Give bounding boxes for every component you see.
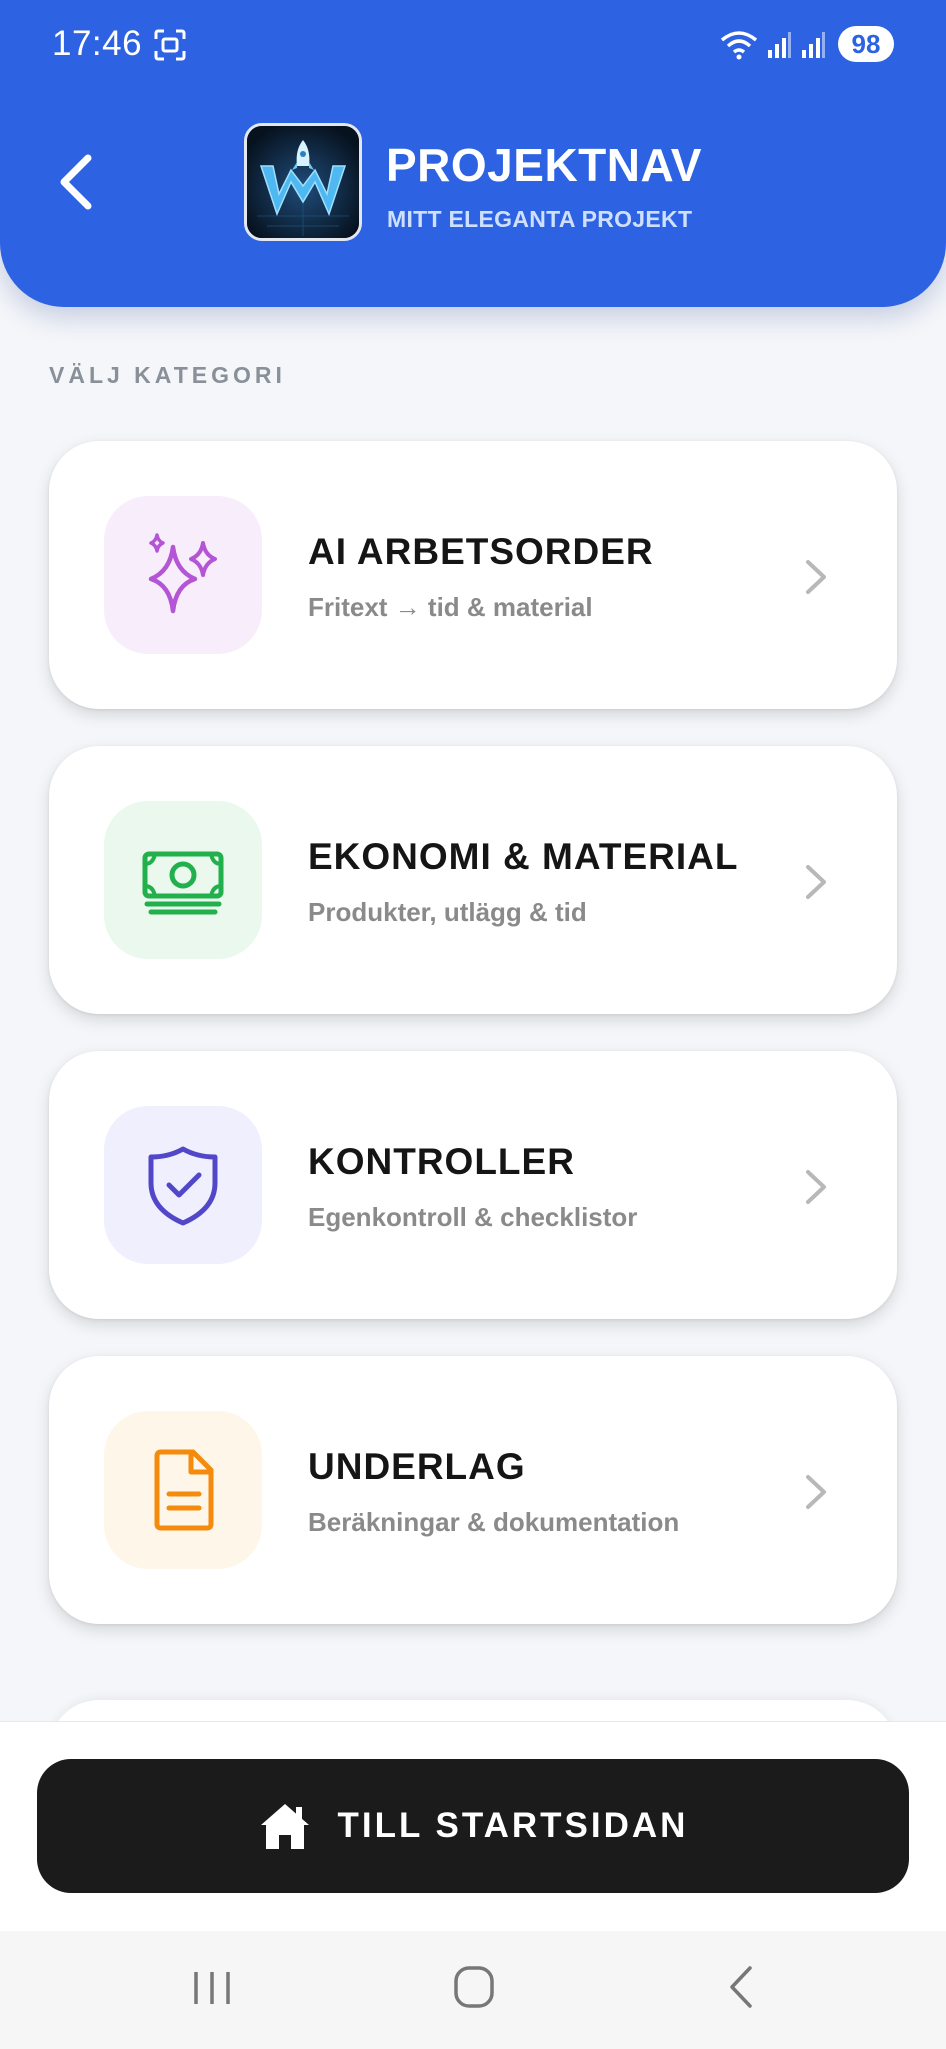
category-icon-box	[104, 496, 262, 654]
status-time: 17:46	[52, 24, 143, 63]
home-icon	[260, 1804, 309, 1849]
shield-check-icon	[148, 1146, 218, 1226]
back-button[interactable]	[50, 150, 102, 214]
chevron-right-icon	[806, 560, 826, 594]
section-label: VÄLJ KATEGORI	[49, 362, 286, 388]
category-card-kontroller[interactable]: KONTROLLER Egenkontroll & checklistor	[49, 1051, 897, 1319]
category-card-ai-arbetsorder[interactable]: AI ARBETSORDER Fritext → tid & material	[49, 441, 897, 709]
category-icon-box	[104, 801, 262, 959]
sparkles-icon	[148, 533, 217, 614]
card-subtitle: Fritext → tid & material	[308, 592, 593, 622]
signal-icon	[768, 32, 791, 58]
wifi-icon	[720, 31, 758, 60]
card-subtitle: Beräkningar & dokumentation	[308, 1507, 680, 1537]
project-subtitle: MITT ELEGANTA PROJEKT	[387, 206, 693, 232]
nav-home-icon[interactable]	[452, 1964, 496, 2010]
battery-indicator: 98	[838, 26, 894, 62]
document-icon	[154, 1449, 214, 1531]
recents-icon[interactable]	[190, 1966, 234, 2010]
card-title: UNDERLAG	[308, 1446, 526, 1487]
chevron-right-icon	[806, 1475, 826, 1509]
page-title: PROJEKTNAV	[386, 139, 702, 191]
card-title: AI ARBETSORDER	[308, 531, 654, 572]
card-title: EKONOMI & MATERIAL	[308, 836, 739, 877]
chevron-right-icon	[806, 1170, 826, 1204]
card-title: KONTROLLER	[308, 1141, 575, 1182]
home-button-label: TILL STARTSIDAN	[337, 1806, 689, 1845]
rocket-w-logo-icon	[247, 126, 359, 238]
app-logo	[244, 123, 362, 241]
card-subtitle: Egenkontroll & checklistor	[308, 1202, 638, 1232]
chevron-right-icon	[806, 865, 826, 899]
screenshot-icon	[154, 29, 186, 61]
home-button[interactable]: TILL STARTSIDAN	[37, 1759, 909, 1893]
category-card-ekonomi-material[interactable]: EKONOMI & MATERIAL Produkter, utlägg & t…	[49, 746, 897, 1014]
card-subtitle: Produkter, utlägg & tid	[308, 897, 587, 927]
category-card-underlag[interactable]: UNDERLAG Beräkningar & dokumentation	[49, 1356, 897, 1624]
category-icon-box	[104, 1106, 262, 1264]
nav-back-icon[interactable]	[724, 1964, 758, 2010]
money-icon	[142, 851, 224, 915]
category-icon-box	[104, 1411, 262, 1569]
signal-icon	[802, 32, 825, 58]
